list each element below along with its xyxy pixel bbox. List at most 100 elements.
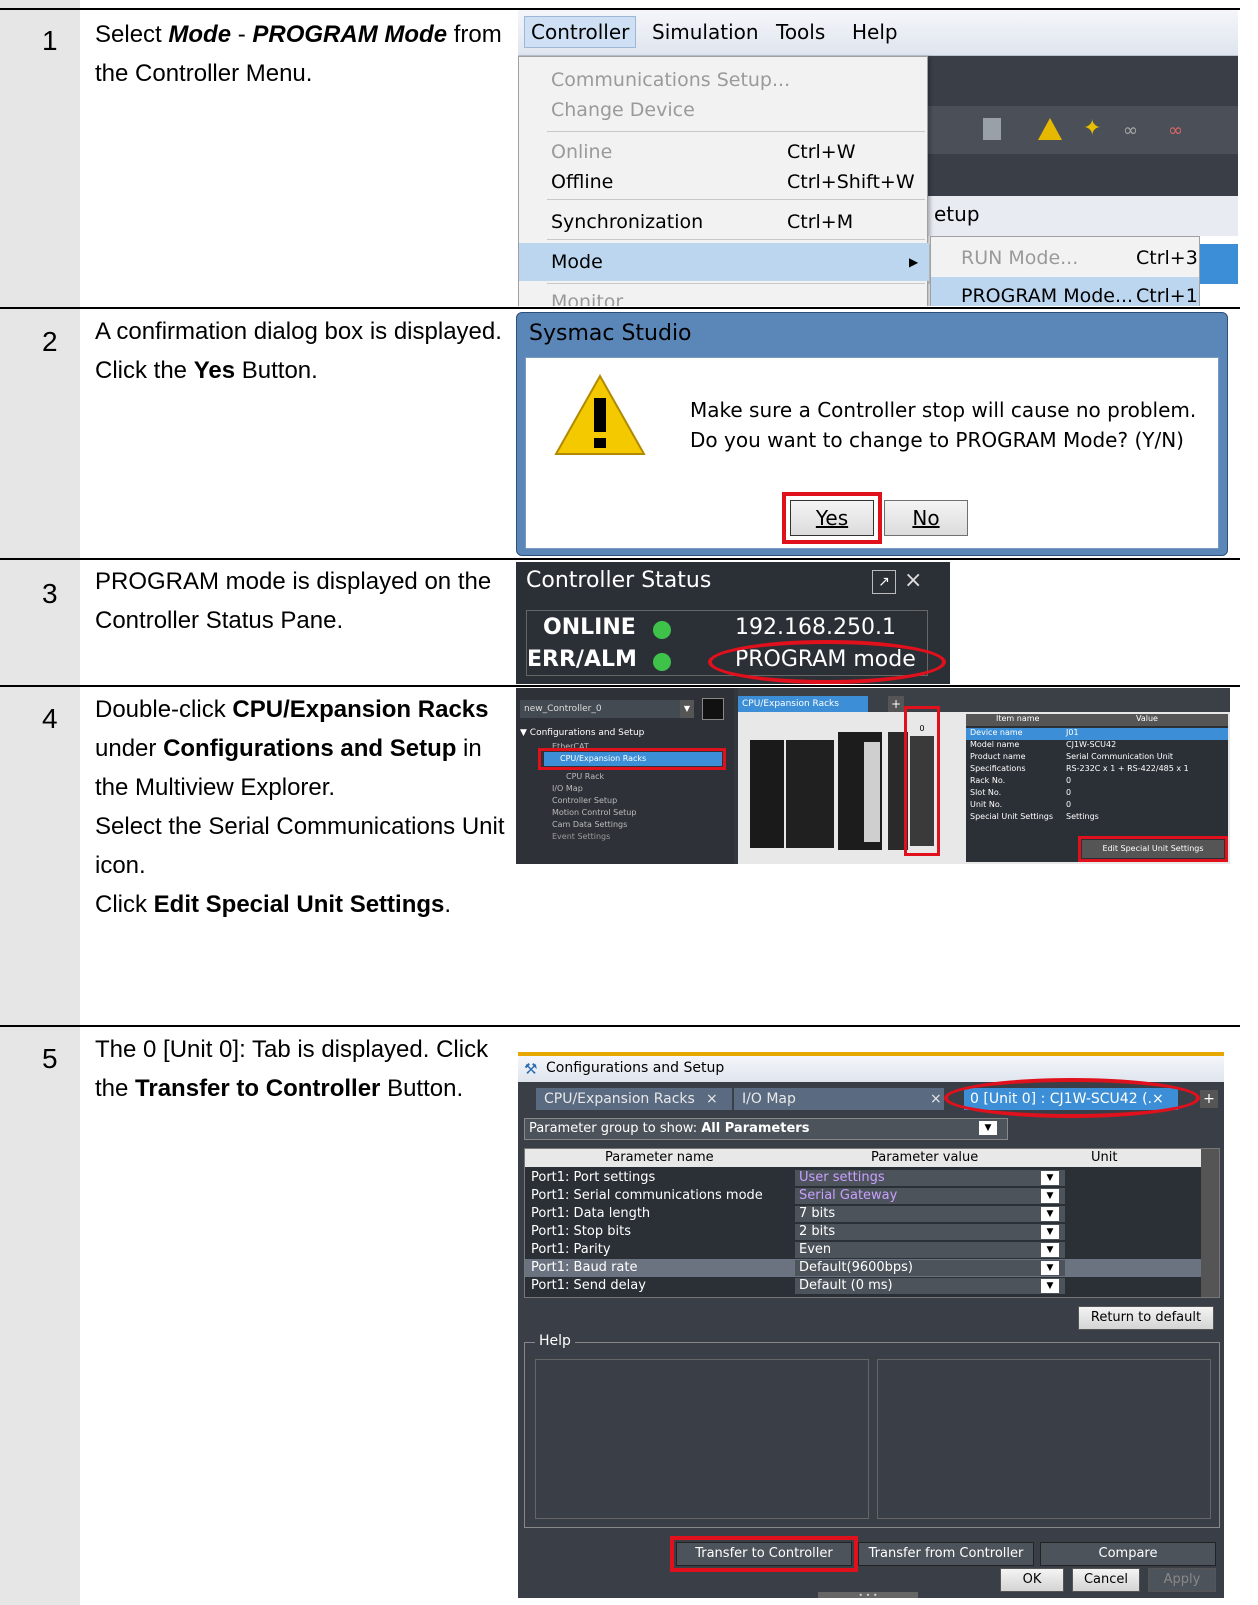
cancel-button[interactable]: Cancel bbox=[1072, 1568, 1140, 1592]
transfer-icon[interactable]: ✦ bbox=[1083, 116, 1101, 141]
parameter-value[interactable]: Default (0 ms) ▼ bbox=[795, 1278, 1065, 1294]
no-button[interactable]: No bbox=[884, 500, 968, 536]
config-title: Configurations and Setup bbox=[546, 1060, 725, 1076]
parameter-value[interactable]: Even ▼ bbox=[795, 1242, 1065, 1258]
step-2-text: A confirmation dialog box is displayed. … bbox=[95, 318, 502, 384]
tree-cpu-rack[interactable]: CPU Rack bbox=[566, 772, 604, 781]
table-row[interactable]: Port1: Serial communications mode Serial … bbox=[525, 1187, 1201, 1205]
chevron-down-icon[interactable]: ▼ bbox=[680, 700, 694, 718]
parameter-grid: Parameter name Parameter value Unit Port… bbox=[524, 1148, 1220, 1298]
dialog-title: Sysmac Studio bbox=[529, 321, 692, 346]
procedure-page: 1 Select Mode - PROGRAM Mode from the Co… bbox=[0, 0, 1258, 1605]
return-to-default-button[interactable]: Return to default bbox=[1078, 1306, 1214, 1330]
properties-row: Rack No. 0 bbox=[970, 776, 1072, 785]
menu-item-program-mode[interactable]: PROGRAM Mode... Ctrl+1 bbox=[931, 277, 1199, 306]
parameter-value[interactable]: User settings ▼ bbox=[795, 1170, 1065, 1186]
tab-cpu-expansion-racks[interactable]: CPU/Expansion Racks × bbox=[536, 1088, 732, 1110]
chevron-down-icon: ▼ bbox=[979, 1121, 997, 1135]
grid-scrollbar[interactable] bbox=[1201, 1149, 1219, 1297]
help-label: Help bbox=[535, 1333, 575, 1349]
dialog-message-line-1: Make sure a Controller stop will cause n… bbox=[690, 398, 1197, 422]
parameter-name: Port1: Baud rate bbox=[531, 1260, 638, 1275]
menu-item-mode[interactable]: Mode ▶ bbox=[519, 243, 929, 281]
tab-io-map[interactable]: I/O Map × bbox=[734, 1088, 944, 1110]
step-number: 2 bbox=[42, 326, 58, 357]
row-divider bbox=[0, 558, 1240, 560]
chevron-down-icon: ▼ bbox=[1041, 1225, 1059, 1239]
apply-button[interactable]: Apply bbox=[1148, 1568, 1216, 1592]
parameter-name: Port1: Port settings bbox=[531, 1170, 656, 1185]
menu-separator bbox=[547, 199, 925, 200]
close-icon: × bbox=[706, 1091, 718, 1107]
tree-configurations[interactable]: ▼ Configurations and Setup bbox=[520, 728, 644, 738]
cpu-racks-highlight bbox=[538, 748, 726, 770]
config-titlebar: ⚒ Configurations and Setup bbox=[518, 1056, 1224, 1082]
warning-icon bbox=[554, 374, 646, 455]
add-tab-icon[interactable]: + bbox=[1200, 1090, 1218, 1108]
toolbar-icon[interactable] bbox=[983, 118, 1001, 140]
step-5-text: The 0 [Unit 0]: Tab is displayed. Click … bbox=[95, 1036, 489, 1102]
transfer-from-controller-button[interactable]: Transfer from Controller bbox=[858, 1542, 1034, 1566]
step-number-column bbox=[0, 0, 80, 1605]
chevron-down-icon: ▼ bbox=[1041, 1261, 1059, 1275]
chevron-down-icon: ▼ bbox=[1041, 1243, 1059, 1257]
menu-help[interactable]: Help bbox=[852, 20, 898, 44]
table-row[interactable]: Port1: Data length 7 bits ▼ bbox=[525, 1205, 1201, 1223]
menu-item-monitor[interactable]: Monitor bbox=[519, 283, 929, 306]
properties-pane: Item name Value Device name J01 Model name… bbox=[966, 714, 1228, 862]
parameter-name: Port1: Data length bbox=[531, 1206, 651, 1221]
parameter-value[interactable]: 7 bits ▼ bbox=[795, 1206, 1065, 1222]
compare-button[interactable]: Compare bbox=[1040, 1542, 1216, 1566]
menu-bar: Controller Simulation Tools Help bbox=[518, 10, 1238, 56]
parameter-value[interactable]: Serial Gateway ▼ bbox=[795, 1188, 1065, 1204]
link-icon[interactable]: ∞ bbox=[1123, 120, 1138, 141]
table-row[interactable]: Port1: Baud rate Default(9600bps) ▼ bbox=[525, 1259, 1201, 1277]
parameter-name: Port1: Parity bbox=[531, 1242, 611, 1257]
tree-controller-setup[interactable]: Controller Setup bbox=[552, 796, 617, 805]
pane-resize-handle[interactable]: • • • bbox=[818, 1592, 918, 1598]
online-label: ONLINE bbox=[543, 615, 636, 640]
menu-tools[interactable]: Tools bbox=[776, 20, 825, 44]
chevron-down-icon: ▼ bbox=[1041, 1171, 1059, 1185]
rack-view: CPU/Expansion Racks + 0 Item name Value … bbox=[738, 688, 1230, 864]
menu-simulation[interactable]: Simulation bbox=[652, 20, 759, 44]
menu-item-run-mode[interactable]: RUN Mode... Ctrl+3 bbox=[931, 239, 1199, 277]
online-ip: 192.168.250.1 bbox=[735, 615, 896, 640]
parameter-value[interactable]: 2 bits ▼ bbox=[795, 1224, 1065, 1240]
err-led bbox=[653, 653, 671, 671]
table-row[interactable]: Port1: Port settings User settings ▼ bbox=[525, 1169, 1201, 1187]
menu-item-change-device[interactable]: Change Device bbox=[519, 91, 929, 129]
chevron-down-icon: ▼ bbox=[1041, 1279, 1059, 1293]
tree-io-map[interactable]: I/O Map bbox=[552, 784, 583, 793]
menu-item-synchronization[interactable]: Synchronization Ctrl+M bbox=[519, 203, 929, 241]
step-number: 5 bbox=[42, 1043, 58, 1074]
transfer-button-highlight bbox=[670, 1536, 858, 1572]
ok-button[interactable]: OK bbox=[1000, 1568, 1064, 1592]
online-led bbox=[653, 621, 671, 639]
undock-icon[interactable]: ↗ bbox=[872, 570, 896, 594]
controller-select[interactable]: new_Controller_0 bbox=[520, 700, 680, 718]
row-divider bbox=[0, 307, 1240, 309]
table-row[interactable]: Port1: Parity Even ▼ bbox=[525, 1241, 1201, 1259]
unit-settings-window: ⚒ Configurations and Setup CPU/Expansion… bbox=[518, 1052, 1224, 1598]
yes-button[interactable]: Yes bbox=[790, 500, 874, 536]
add-tab-icon[interactable]: + bbox=[888, 696, 904, 712]
menu-controller[interactable]: Controller bbox=[524, 16, 637, 48]
warning-icon[interactable] bbox=[1038, 118, 1062, 140]
tree-motion-control-setup[interactable]: Motion Control Setup bbox=[552, 808, 636, 817]
link-error-icon[interactable]: ∞ bbox=[1168, 120, 1183, 141]
table-row[interactable]: Port1: Stop bits 2 bits ▼ bbox=[525, 1223, 1201, 1241]
toolbar-area: ✦ ∞ ∞ etup × bbox=[928, 56, 1238, 284]
parameter-group-select[interactable]: Parameter group to show: All Parameters … bbox=[524, 1118, 1008, 1140]
grid-header: Parameter name Parameter value Unit bbox=[525, 1149, 1201, 1167]
tree-cam-data-settings[interactable]: Cam Data Settings bbox=[552, 820, 627, 829]
menu-item-offline[interactable]: Offline Ctrl+Shift+W bbox=[519, 163, 929, 201]
table-row[interactable]: Port1: Send delay Default (0 ms) ▼ bbox=[525, 1277, 1201, 1295]
tab-cpu-expansion-racks[interactable]: CPU/Expansion Racks bbox=[738, 696, 868, 712]
chevron-down-icon: ▼ bbox=[1041, 1189, 1059, 1203]
close-icon[interactable]: × bbox=[904, 568, 922, 593]
step-number: 4 bbox=[42, 703, 58, 734]
properties-row: Slot No. 0 bbox=[970, 788, 1072, 797]
parameter-value[interactable]: Default(9600bps) ▼ bbox=[795, 1260, 1065, 1276]
tree-event-settings[interactable]: Event Settings bbox=[552, 832, 610, 841]
